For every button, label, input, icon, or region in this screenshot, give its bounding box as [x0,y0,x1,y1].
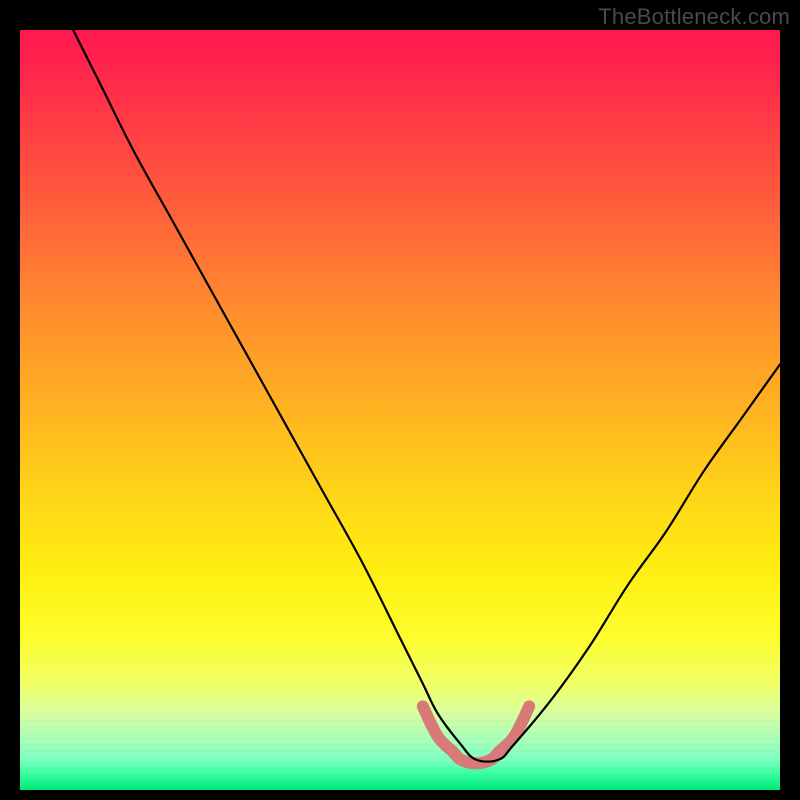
curve-layer [20,30,780,790]
plot-area [20,30,780,790]
chart-frame: TheBottleneck.com [0,0,800,800]
watermark-text: TheBottleneck.com [598,4,790,30]
bottleneck-curve-line [73,30,780,762]
